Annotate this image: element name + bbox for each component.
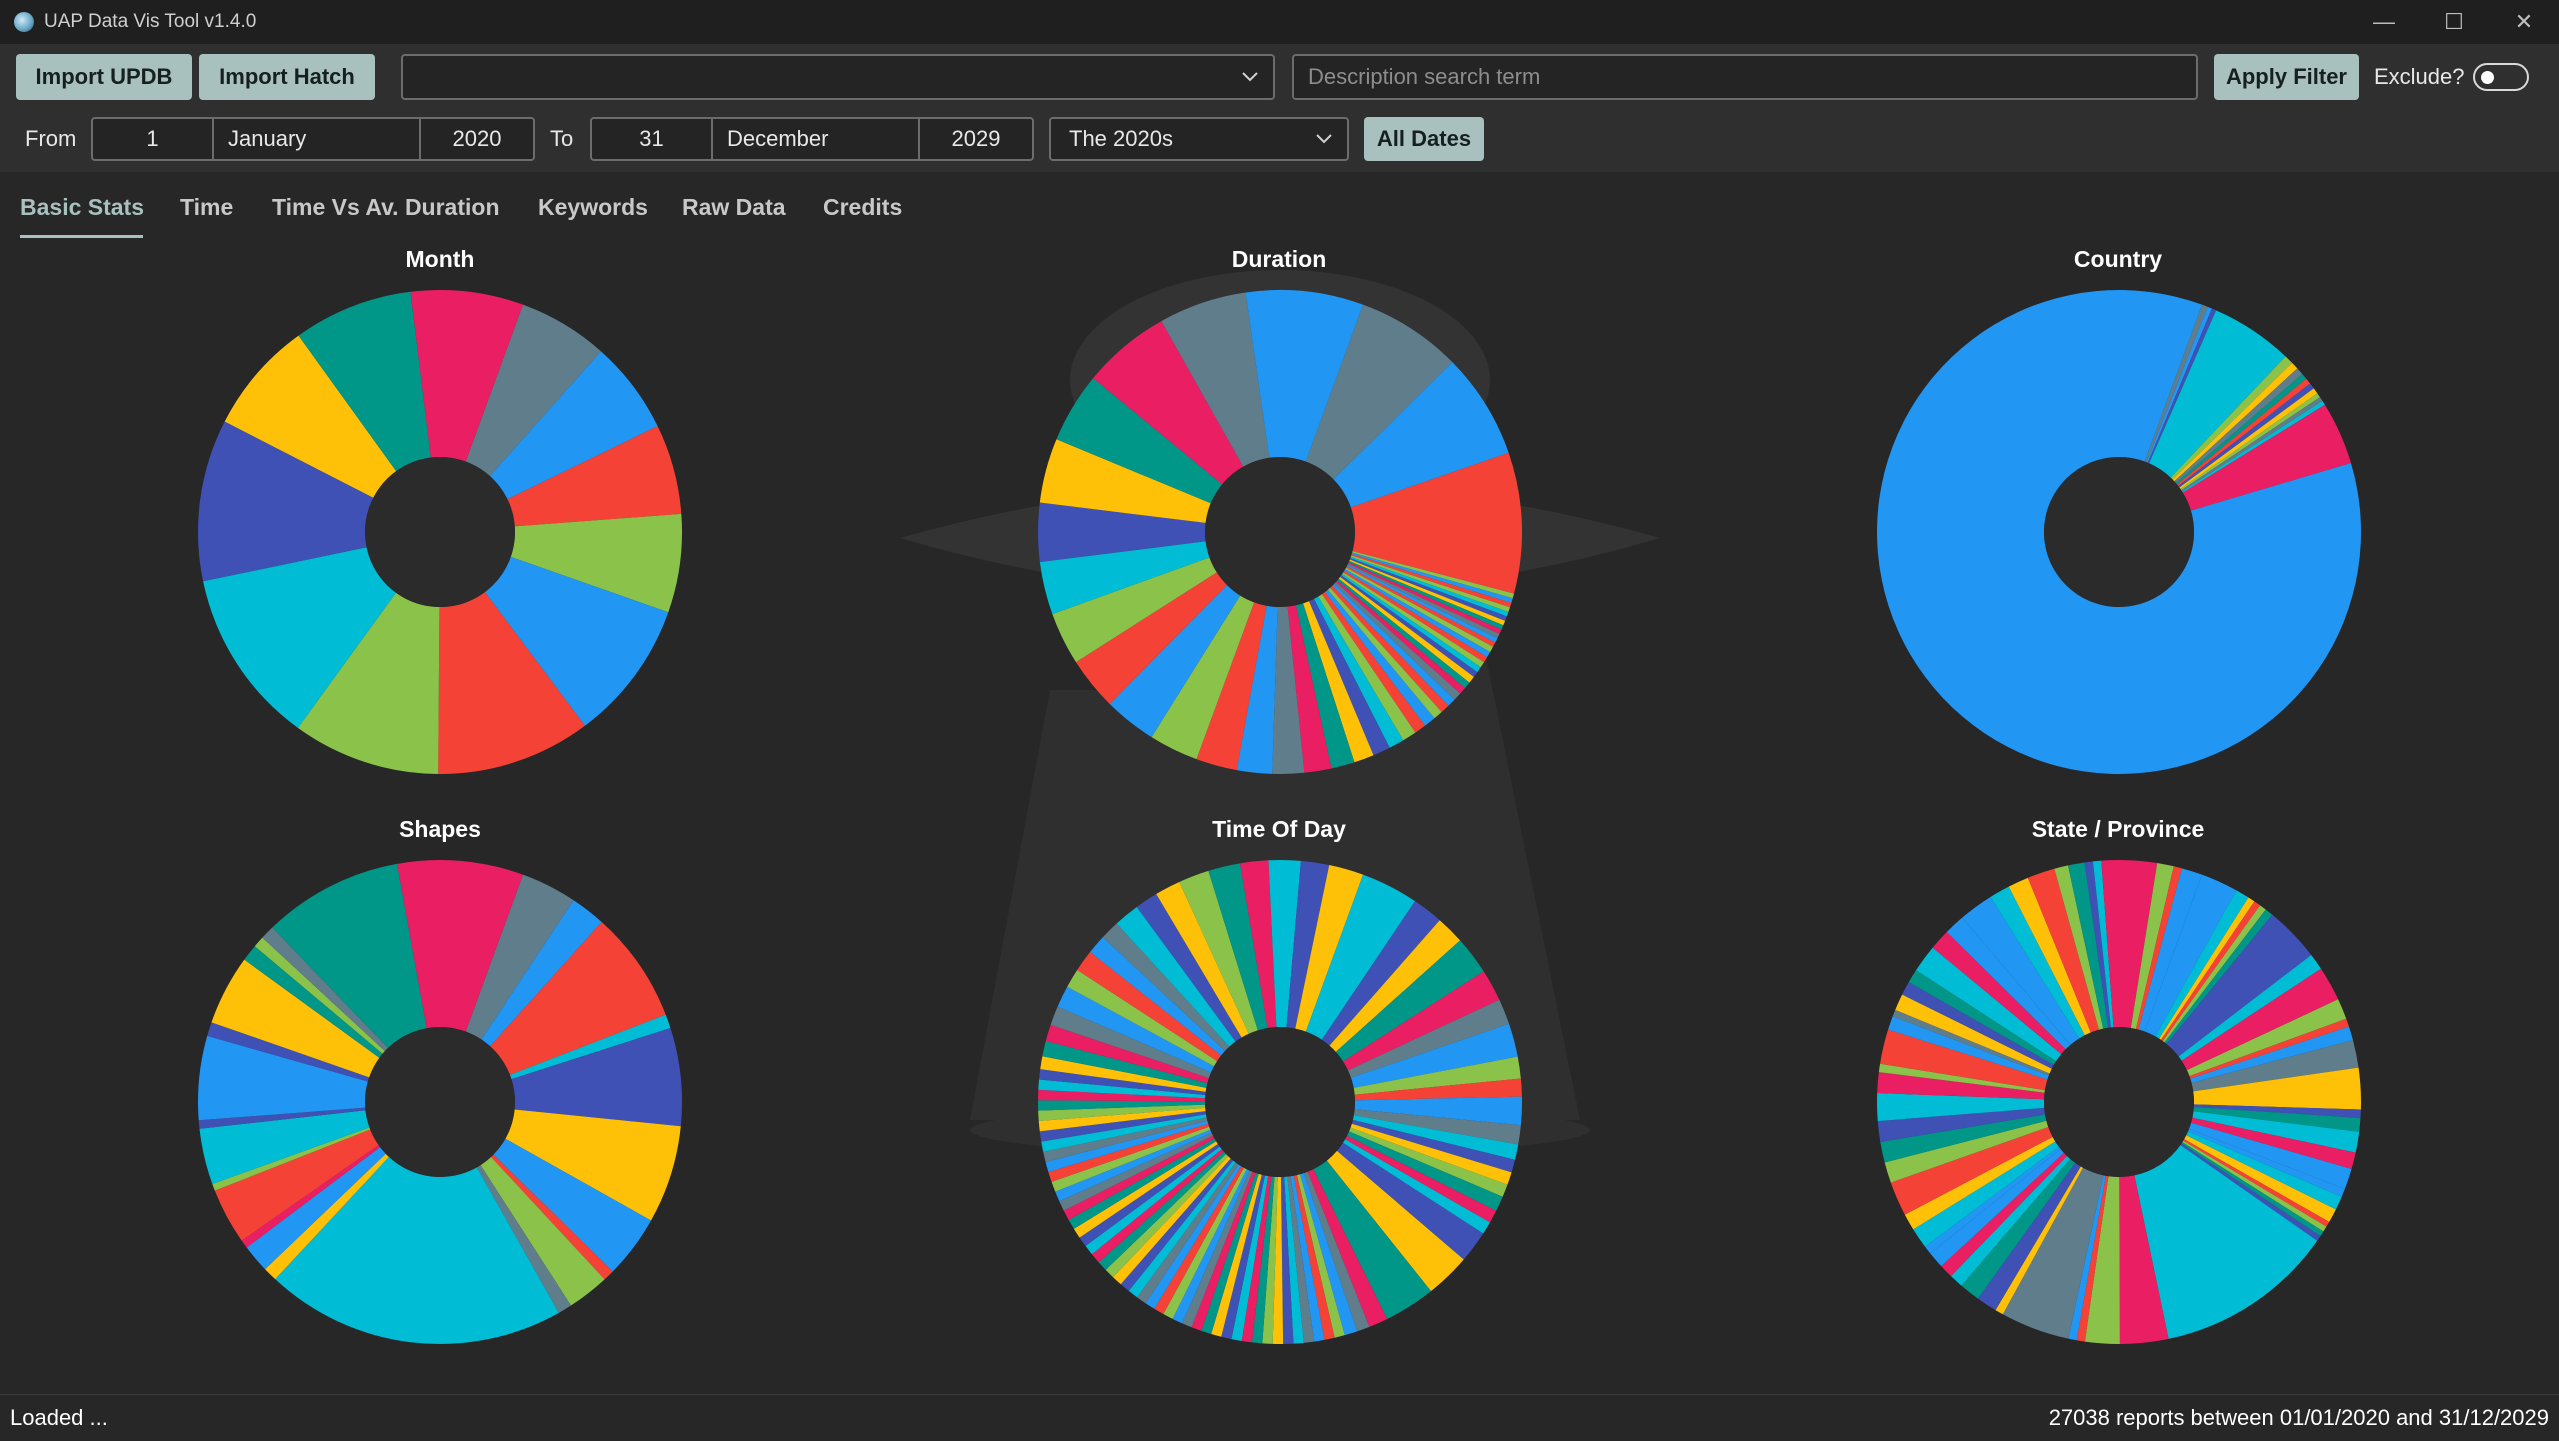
- tab-keywords[interactable]: Keywords: [538, 194, 648, 221]
- import-updb-button[interactable]: Import UPDB: [16, 54, 192, 100]
- to-day[interactable]: 31: [592, 119, 711, 159]
- from-label: From: [25, 126, 77, 151]
- tab-raw-data[interactable]: Raw Data: [682, 194, 786, 221]
- status-right: 27038 reports between 01/01/2020 and 31/…: [2048, 1405, 2549, 1430]
- pie-chart-country: [1877, 290, 2361, 774]
- import-hatch-button[interactable]: Import Hatch: [199, 54, 375, 100]
- to-label: To: [550, 126, 574, 151]
- exclude-label: Exclude?: [2374, 64, 2465, 89]
- status-bar: Loaded ... 27038 reports between 01/01/2…: [0, 1394, 2559, 1441]
- pie-chart-month: [198, 290, 682, 774]
- donut-hole: [1205, 1027, 1355, 1177]
- title-bar: UAP Data Vis Tool v1.4.0 — ☐ ✕: [0, 0, 2559, 44]
- toolbar: Import UPDB Import Hatch Description sea…: [0, 44, 2559, 172]
- active-tab-indicator: [20, 235, 143, 238]
- from-day[interactable]: 1: [93, 119, 212, 159]
- status-left: Loaded ...: [10, 1405, 108, 1430]
- from-date-field[interactable]: 1 January 2020: [91, 117, 535, 161]
- pie-chart-duration: [1038, 290, 1522, 774]
- to-month[interactable]: December: [711, 119, 918, 159]
- search-placeholder: Description search term: [1308, 64, 1541, 89]
- exclude-toggle[interactable]: [2473, 63, 2529, 91]
- apply-filter-button[interactable]: Apply Filter: [2214, 54, 2359, 100]
- chart-title-time-of-day: Time Of Day: [1212, 816, 1346, 842]
- donut-hole: [2044, 457, 2194, 607]
- maximize-icon[interactable]: ☐: [2419, 0, 2489, 44]
- tab-credits[interactable]: Credits: [823, 194, 902, 221]
- chart-title-shapes: Shapes: [399, 816, 481, 842]
- minimize-icon[interactable]: —: [2349, 0, 2419, 44]
- chevron-down-icon: [1242, 72, 1258, 82]
- tab-basic-stats[interactable]: Basic Stats: [20, 194, 144, 221]
- decade-select[interactable]: The 2020s: [1049, 117, 1349, 161]
- from-month[interactable]: January: [212, 119, 419, 159]
- to-date-field[interactable]: 31 December 2029: [590, 117, 1034, 161]
- donut-hole: [2044, 1027, 2194, 1177]
- donut-hole: [365, 457, 515, 607]
- toggle-knob: [2481, 71, 2494, 84]
- donut-hole: [1205, 457, 1355, 607]
- close-icon[interactable]: ✕: [2489, 0, 2559, 44]
- tab-time-vs-av-duration[interactable]: Time Vs Av. Duration: [272, 194, 500, 221]
- chart-title-state-province: State / Province: [2031, 816, 2205, 842]
- window-controls: — ☐ ✕: [2349, 0, 2559, 44]
- source-select[interactable]: [401, 54, 1275, 100]
- app-logo-icon: [14, 12, 34, 32]
- chart-title-country: Country: [2073, 246, 2163, 272]
- chevron-down-icon: [1316, 134, 1332, 144]
- tab-bar: Basic Stats Time Time Vs Av. Duration Ke…: [0, 172, 2559, 242]
- pie-chart-time-of-day: [1038, 860, 1522, 1344]
- tab-time[interactable]: Time: [180, 194, 233, 221]
- pie-chart-state-province: [1877, 860, 2361, 1344]
- chart-title-month: Month: [405, 246, 475, 272]
- all-dates-button[interactable]: All Dates: [1364, 117, 1484, 161]
- decade-select-value: The 2020s: [1069, 126, 1173, 151]
- description-search-input[interactable]: Description search term: [1292, 54, 2198, 100]
- donut-hole: [365, 1027, 515, 1177]
- to-year[interactable]: 2029: [918, 119, 1032, 159]
- pie-chart-shapes: [197, 860, 682, 1344]
- chart-title-duration: Duration: [1231, 246, 1327, 272]
- from-year[interactable]: 2020: [419, 119, 533, 159]
- window-title: UAP Data Vis Tool v1.4.0: [44, 11, 257, 32]
